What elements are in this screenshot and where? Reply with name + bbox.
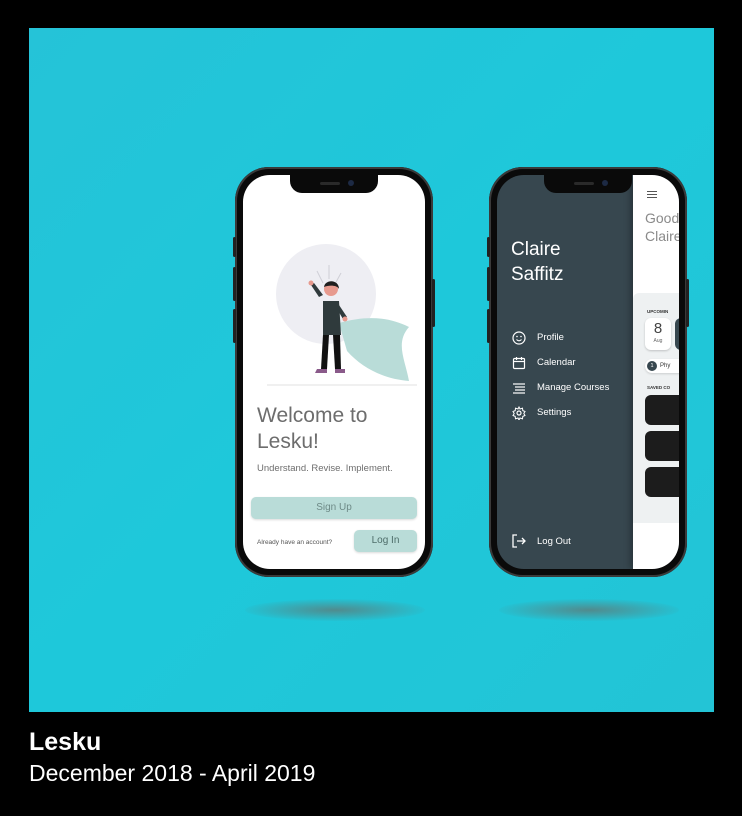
- user-name: Claire Saffitz: [511, 239, 564, 285]
- tagline: Understand. Revise. Implement.: [257, 463, 393, 474]
- power-button: [432, 279, 435, 327]
- volume-up-button: [233, 267, 236, 301]
- logout-icon: [511, 533, 527, 549]
- project-dates: December 2018 - April 2019: [29, 760, 316, 786]
- saved-course-thumbnail[interactable]: [645, 431, 679, 461]
- log-out-label: Log Out: [537, 535, 571, 547]
- volume-up-button: [487, 267, 490, 301]
- phone-menu: Claire Saffitz Profile Calendar Manage C…: [487, 167, 689, 577]
- menu-item-label: Profile: [537, 332, 564, 343]
- mute-switch: [233, 237, 236, 257]
- calendar-icon: [511, 355, 527, 371]
- volume-down-button: [487, 309, 490, 343]
- log-out-button[interactable]: Log Out: [511, 533, 571, 549]
- welcome-screen: Welcome to Lesku! Understand. Revise. Im…: [243, 175, 425, 569]
- welcome-heading: Welcome to Lesku!: [257, 404, 368, 453]
- superhero-illustration: [267, 244, 417, 386]
- greeting-text: Good Claire: [645, 210, 679, 244]
- menu-item-label: Calendar: [537, 357, 576, 368]
- log-in-button[interactable]: Log In: [354, 530, 417, 552]
- menu-item-profile[interactable]: Profile: [511, 325, 609, 350]
- date-card-selected[interactable]: [675, 318, 679, 350]
- side-menu: Profile Calendar Manage Courses Settings: [511, 325, 609, 425]
- smile-icon: [511, 330, 527, 346]
- saved-course-thumbnail[interactable]: [645, 467, 679, 497]
- mute-switch: [487, 237, 490, 257]
- menu-item-manage-courses[interactable]: Manage Courses: [511, 375, 609, 400]
- power-button: [686, 279, 689, 327]
- date-month: Aug: [653, 338, 663, 344]
- course-name: Phy: [660, 363, 671, 369]
- phone-notch: [290, 175, 378, 193]
- saved-courses-label: SAVED CO: [647, 385, 671, 390]
- course-number-badge: 1: [647, 361, 657, 371]
- phone-shadow: [245, 599, 425, 621]
- phone-notch: [544, 175, 632, 193]
- list-icon: [511, 380, 527, 396]
- menu-item-label: Manage Courses: [537, 382, 610, 393]
- course-pill[interactable]: 1 Phy: [645, 359, 679, 373]
- saved-course-thumbnail[interactable]: [645, 395, 679, 425]
- menu-item-settings[interactable]: Settings: [511, 400, 609, 425]
- sign-up-button[interactable]: Sign Up: [251, 497, 417, 519]
- upcoming-label: UPCOMIN: [647, 309, 669, 314]
- date-day: 8: [653, 320, 663, 337]
- phone-welcome: Welcome to Lesku! Understand. Revise. Im…: [233, 167, 435, 577]
- showcase-background: Welcome to Lesku! Understand. Revise. Im…: [29, 28, 714, 712]
- menu-item-calendar[interactable]: Calendar: [511, 350, 609, 375]
- volume-down-button: [233, 309, 236, 343]
- phone-shadow: [499, 599, 679, 621]
- home-panel-peek[interactable]: Good Claire UPCOMIN 8 Aug 1 Phy SAVED CO: [633, 175, 679, 569]
- gear-icon: [511, 405, 527, 421]
- account-prompt: Already have an account?: [257, 539, 333, 546]
- project-title: Lesku: [29, 728, 102, 756]
- menu-screen: Claire Saffitz Profile Calendar Manage C…: [497, 175, 679, 569]
- menu-item-label: Settings: [537, 407, 572, 418]
- hamburger-icon[interactable]: [647, 191, 657, 200]
- date-card[interactable]: 8 Aug: [645, 318, 671, 350]
